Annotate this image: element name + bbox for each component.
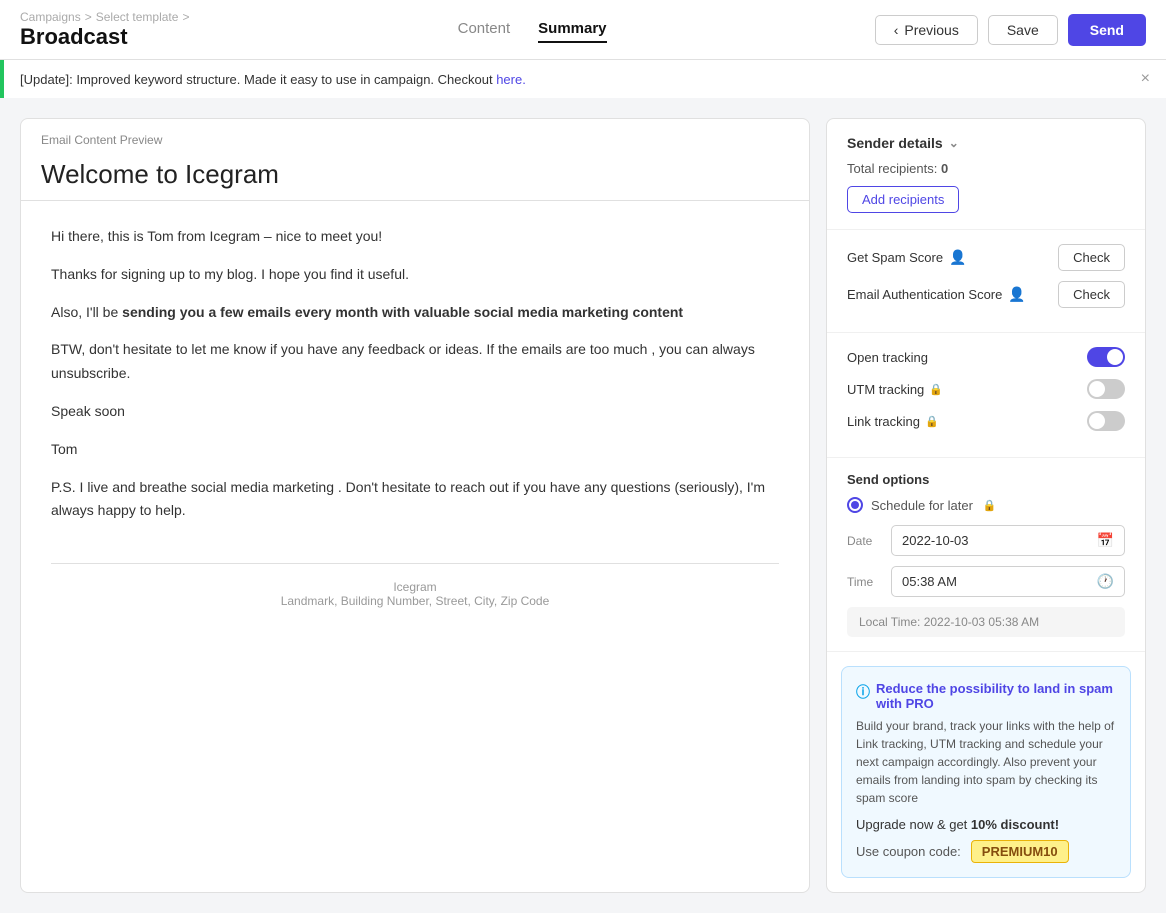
tab-summary[interactable]: Summary: [538, 16, 606, 43]
tracking-section: Open tracking UTM tracking 🔒 Link tracki…: [827, 333, 1145, 458]
coupon-label: Use coupon code:: [856, 844, 961, 859]
pro-upgrade-text: Upgrade now & get 10% discount!: [856, 817, 1116, 832]
toggle-thumb: [1089, 413, 1105, 429]
previous-button[interactable]: ‹ Previous: [875, 15, 978, 45]
save-button[interactable]: Save: [988, 15, 1058, 45]
banner-text: [Update]: Improved keyword structure. Ma…: [20, 72, 526, 87]
local-time-value: 2022-10-03 05:38 AM: [924, 615, 1039, 629]
breadcrumb-select-template[interactable]: Select template: [96, 10, 179, 24]
time-input[interactable]: 05:38 AM 🕐: [891, 566, 1125, 597]
auth-score-check-button[interactable]: Check: [1058, 281, 1125, 308]
pro-banner-title: ⓘ Reduce the possibility to land in spam…: [856, 681, 1116, 711]
date-value: 2022-10-03: [902, 533, 969, 548]
email-subject-title: Welcome to Icegram: [21, 153, 809, 201]
sender-section: Sender details ⌄ Total recipients: 0 Add…: [827, 119, 1145, 230]
spam-score-icon: 👤: [949, 249, 966, 266]
coupon-row: Use coupon code: PREMIUM10: [856, 840, 1116, 863]
send-options-section: Send options Schedule for later 🔒 Date 2…: [827, 458, 1145, 652]
email-content: Hi there, this is Tom from Icegram – nic…: [51, 225, 779, 523]
email-para-also: Also, I'll be sending you a few emails e…: [51, 301, 779, 325]
spam-score-check-button[interactable]: Check: [1058, 244, 1125, 271]
send-button[interactable]: Send: [1068, 14, 1146, 46]
breadcrumb-sep2: >: [182, 10, 189, 24]
email-para-ps: P.S. I live and breathe social media mar…: [51, 476, 779, 524]
email-para-2: Thanks for signing up to my blog. I hope…: [51, 263, 779, 287]
header-left: Campaigns > Select template > Broadcast: [20, 10, 189, 50]
link-tracking-row: Link tracking 🔒: [847, 411, 1125, 431]
open-tracking-label: Open tracking: [847, 350, 928, 365]
schedule-radio[interactable]: [847, 497, 863, 513]
pro-upgrade-banner: ⓘ Reduce the possibility to land in spam…: [841, 666, 1131, 878]
breadcrumb-campaigns[interactable]: Campaigns: [20, 10, 81, 24]
main-content: Email Content Preview Welcome to Icegram…: [0, 98, 1166, 913]
chevron-down-icon: ⌄: [949, 136, 959, 150]
toggle-thumb: [1089, 381, 1105, 397]
spam-score-label: Get Spam Score 👤: [847, 249, 967, 266]
coupon-badge: PREMIUM10: [971, 840, 1069, 863]
time-label: Time: [847, 575, 883, 589]
open-tracking-toggle[interactable]: [1087, 347, 1125, 367]
sender-details-toggle[interactable]: Sender details ⌄: [847, 135, 1125, 151]
clock-icon: 🕐: [1097, 573, 1114, 590]
preview-body[interactable]: Hi there, this is Tom from Icegram – nic…: [21, 201, 809, 892]
add-recipients-button[interactable]: Add recipients: [847, 186, 959, 213]
sidebar: Sender details ⌄ Total recipients: 0 Add…: [826, 118, 1146, 893]
local-time-label: Local Time:: [859, 615, 920, 629]
email-para-1: Hi there, this is Tom from Icegram – nic…: [51, 225, 779, 249]
link-lock-icon: 🔒: [925, 415, 939, 428]
utm-tracking-label: UTM tracking 🔒: [847, 382, 943, 397]
page-header: Campaigns > Select template > Broadcast …: [0, 0, 1166, 60]
toggle-thumb: [1107, 349, 1123, 365]
auth-score-icon: 👤: [1008, 286, 1025, 303]
open-tracking-row: Open tracking: [847, 347, 1125, 367]
discount-text: 10% discount!: [971, 817, 1059, 832]
recipients-label: Total recipients: 0: [847, 161, 948, 176]
breadcrumb-sep1: >: [85, 10, 92, 24]
schedule-lock-icon: 🔒: [983, 499, 997, 512]
info-icon: ⓘ: [856, 682, 870, 702]
recipients-row: Total recipients: 0: [847, 161, 1125, 176]
utm-tracking-toggle[interactable]: [1087, 379, 1125, 399]
date-field-row: Date 2022-10-03 📅: [847, 525, 1125, 556]
date-label: Date: [847, 534, 883, 548]
date-input[interactable]: 2022-10-03 📅: [891, 525, 1125, 556]
link-tracking-toggle[interactable]: [1087, 411, 1125, 431]
email-footer-company: Icegram: [51, 580, 779, 594]
chevron-left-icon: ‹: [894, 22, 899, 38]
header-actions: ‹ Previous Save Send: [875, 14, 1146, 46]
link-tracking-label: Link tracking 🔒: [847, 414, 939, 429]
utm-lock-icon: 🔒: [929, 383, 943, 396]
utm-tracking-row: UTM tracking 🔒: [847, 379, 1125, 399]
email-para-btw: BTW, don't hesitate to let me know if yo…: [51, 338, 779, 386]
page-title: Broadcast: [20, 24, 189, 50]
schedule-row: Schedule for later 🔒: [847, 497, 1125, 513]
banner-close-button[interactable]: ×: [1141, 70, 1150, 88]
preview-label: Email Content Preview: [21, 119, 809, 153]
spam-score-row: Get Spam Score 👤 Check: [847, 244, 1125, 271]
send-options-label: Send options: [847, 472, 1125, 487]
tab-content[interactable]: Content: [458, 16, 511, 43]
email-footer-address: Landmark, Building Number, Street, City,…: [51, 594, 779, 608]
schedule-label: Schedule for later: [871, 498, 973, 513]
nav-tabs: Content Summary: [458, 16, 607, 43]
banner-link[interactable]: here.: [496, 72, 526, 87]
auth-score-row: Email Authentication Score 👤 Check: [847, 281, 1125, 308]
email-footer: Icegram Landmark, Building Number, Stree…: [51, 563, 779, 608]
pro-banner-body: Build your brand, track your links with …: [856, 717, 1116, 807]
email-para-tom: Tom: [51, 438, 779, 462]
update-banner: [Update]: Improved keyword structure. Ma…: [0, 60, 1166, 98]
calendar-icon: 📅: [1097, 532, 1114, 549]
recipients-count: 0: [941, 161, 948, 176]
score-section: Get Spam Score 👤 Check Email Authenticat…: [827, 230, 1145, 333]
email-para-speak: Speak soon: [51, 400, 779, 424]
email-preview-panel: Email Content Preview Welcome to Icegram…: [20, 118, 810, 893]
breadcrumb: Campaigns > Select template >: [20, 10, 189, 24]
sender-details-label: Sender details: [847, 135, 943, 151]
local-time-display: Local Time: 2022-10-03 05:38 AM: [847, 607, 1125, 637]
time-value: 05:38 AM: [902, 574, 957, 589]
auth-score-label: Email Authentication Score 👤: [847, 286, 1026, 303]
time-field-row: Time 05:38 AM 🕐: [847, 566, 1125, 597]
